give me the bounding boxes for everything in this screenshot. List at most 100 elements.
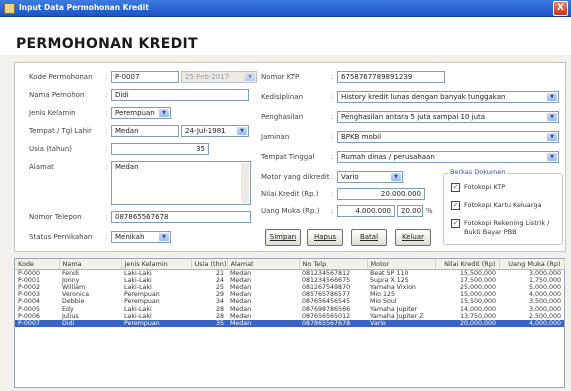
nama-field[interactable]: Didi (111, 89, 249, 101)
tempat-lahir-field[interactable]: Medan (111, 125, 179, 137)
form-panel: Kode Permohonan : P-0007 25-Feb-2017 ▼ N… (14, 62, 566, 252)
tempat-tinggal-value: Rumah dinas / perusahaan (341, 153, 435, 161)
chevron-down-icon[interactable]: ▼ (391, 173, 401, 181)
chevron-down-icon[interactable]: ▼ (547, 113, 557, 121)
table-cell: Medan (230, 305, 252, 313)
ttl-label: Tempat / Tgl Lahir (29, 127, 92, 135)
table-cell: Laki-Laki (124, 276, 152, 284)
column-header[interactable]: Nilai Kredit (Rp) (435, 259, 500, 270)
table-cell: Yamaha Jupiter Z (370, 312, 424, 320)
chevron-down-icon[interactable]: ▼ (159, 109, 169, 117)
ktp-field[interactable]: 6758767789891239 (337, 71, 445, 83)
colon: : (331, 190, 334, 198)
nilai-kredit-field[interactable]: 20.000.000 (337, 188, 425, 200)
hapus-button[interactable]: Hapus (307, 229, 343, 246)
chevron-down-icon[interactable]: ▼ (159, 233, 169, 241)
table-cell: Mio 125 (370, 291, 396, 299)
status-select[interactable]: Menikah ▼ (111, 231, 171, 243)
table-cell: 081234567812 (302, 269, 351, 277)
nilai-kredit-label: Nilai Kredit (Rp.) (261, 190, 319, 198)
close-icon[interactable]: X (553, 1, 568, 16)
ktp-checkbox[interactable]: ✓ (451, 183, 460, 192)
table-row[interactable]: P-0002 William Laki-Laki 25 Medan 08126754987… (15, 284, 564, 291)
table-cell: Perempuan (124, 298, 160, 306)
tanggal-lahir-select[interactable]: 24-Jul-1981 ▼ (181, 125, 249, 137)
table-cell: Medan (230, 291, 252, 299)
chevron-down-icon[interactable]: ▼ (547, 153, 557, 161)
colon: : (105, 109, 108, 117)
table-cell: 081267549870 (302, 283, 351, 291)
rekening-checkbox[interactable]: ✓ (451, 219, 460, 228)
table-cell: 085765786577 (302, 291, 351, 299)
column-header[interactable]: Nama (59, 259, 122, 270)
kk-checkbox-label: Fotokopi Kartu Keluarga (464, 201, 542, 209)
alamat-textarea[interactable]: Medan (111, 161, 251, 205)
table-cell: 35 (191, 319, 227, 328)
table-cell: 087698786566 (302, 305, 351, 313)
table-row[interactable]: P-0000 Fendi Laki-Laki 21 Medan 081234567812 B… (15, 269, 564, 277)
status-value: Menikah (115, 233, 145, 241)
table-row[interactable]: P-0006 Julius Laki-Laki 28 Medan 087656565012… (15, 313, 564, 320)
table-cell: 25 (215, 283, 224, 291)
data-table[interactable]: Kode Nama Jenis Kelamin Usia (thn) Alamat No … (14, 258, 565, 388)
table-cell: 1,750,000 (528, 276, 561, 284)
table-row[interactable]: P-0004 Debbie Perempuan 34 Medan 087656456545… (15, 298, 564, 305)
simpan-button[interactable]: Simpan (265, 229, 301, 246)
jaminan-label: Jaminan (261, 133, 290, 141)
table-cell: 28 (215, 312, 224, 320)
motor-select[interactable]: Vario ▼ (337, 171, 403, 183)
column-header[interactable]: Alamat (227, 259, 300, 270)
chevron-down-icon[interactable]: ▼ (547, 93, 557, 101)
alamat-scrollbar[interactable] (241, 163, 249, 203)
table-row[interactable]: P-0003 Veronica Perempuan 29 Medan 0857657865… (15, 291, 564, 298)
table-cell: 4,000,000 (528, 291, 561, 299)
telepon-field[interactable]: 087865567678 (111, 211, 251, 223)
table-cell: Medan (230, 269, 252, 277)
table-cell: 15,500,000 (459, 269, 496, 277)
column-header[interactable]: Kode (15, 259, 60, 270)
column-header[interactable]: Jenis Kelamin (121, 259, 192, 270)
keluar-button[interactable]: Keluar (395, 229, 431, 246)
table-cell: P-0000 (18, 269, 40, 277)
table-row[interactable]: P-0001 Jonny Laki-Laki 24 Medan 081234566675 S… (15, 277, 564, 284)
nama-label: Nama Pemohon (29, 91, 85, 99)
kk-checkbox[interactable]: ✓ (451, 201, 460, 210)
column-header[interactable]: No Telp (299, 259, 368, 270)
table-cell: Edy (62, 305, 74, 313)
chevron-down-icon[interactable]: ▼ (547, 133, 557, 141)
jenis-kelamin-select[interactable]: Perempuan ▼ (111, 107, 171, 119)
table-cell: 15,000,000 (459, 291, 496, 299)
colon: : (331, 113, 334, 121)
kode-field[interactable]: P-0007 (111, 71, 179, 83)
column-header[interactable]: Usia (thn) (191, 259, 228, 270)
kedisiplinan-select[interactable]: History kredit lunas dengan banyak tungg… (337, 91, 559, 103)
penghasilan-select[interactable]: Penghasilan antara 5 juta sampai 10 juta… (337, 111, 559, 123)
table-row[interactable]: P-0007 Didi Perempuan 35 Medan 087865567678 Va… (15, 319, 564, 328)
uang-muka-percent-field[interactable]: 20.00 (397, 205, 423, 217)
table-cell: Medan (227, 319, 299, 328)
usia-field[interactable]: 35 (111, 143, 209, 155)
column-header[interactable]: Uang Muka (Rp) (499, 259, 565, 270)
tempat-tinggal-label: Tempat Tinggal (261, 153, 315, 161)
table-cell: 081234566675 (302, 276, 351, 284)
penghasilan-value: Penghasilan antara 5 juta sampai 10 juta (341, 113, 486, 121)
tempat-tinggal-select[interactable]: Rumah dinas / perusahaan ▼ (337, 151, 559, 163)
rekening-checkbox-label: Fotokopi Rekening Listrik / Bukti Bayar … (464, 219, 550, 236)
colon: : (331, 73, 334, 81)
batal-button[interactable]: Batal (351, 229, 387, 246)
data-grid: Kode Nama Jenis Kelamin Usia (thn) Alamat No … (15, 259, 565, 328)
table-cell: Beat SP 110 (370, 269, 409, 277)
table-cell: P-0007 (15, 319, 59, 328)
table-cell: Veronica (62, 291, 90, 299)
table-cell: P-0003 (18, 291, 40, 299)
table-cell: Fendi (62, 269, 79, 277)
table-cell: Medan (230, 312, 252, 320)
table-body: P-0000 Fendi Laki-Laki 21 Medan 081234567812 B… (15, 269, 564, 328)
jaminan-select[interactable]: BPKB mobil ▼ (337, 131, 559, 143)
table-row[interactable]: P-0005 Edy Laki-Laki 28 Medan 087698786566 Yam… (15, 306, 564, 313)
uang-muka-field[interactable]: 4.000.000 (337, 205, 395, 217)
kode-label: Kode Permohonan (29, 73, 93, 81)
column-header[interactable]: Motor (367, 259, 436, 270)
chevron-down-icon[interactable]: ▼ (237, 127, 247, 135)
tanggal-permohonan-field: 25-Feb-2017 ▼ (181, 71, 257, 83)
